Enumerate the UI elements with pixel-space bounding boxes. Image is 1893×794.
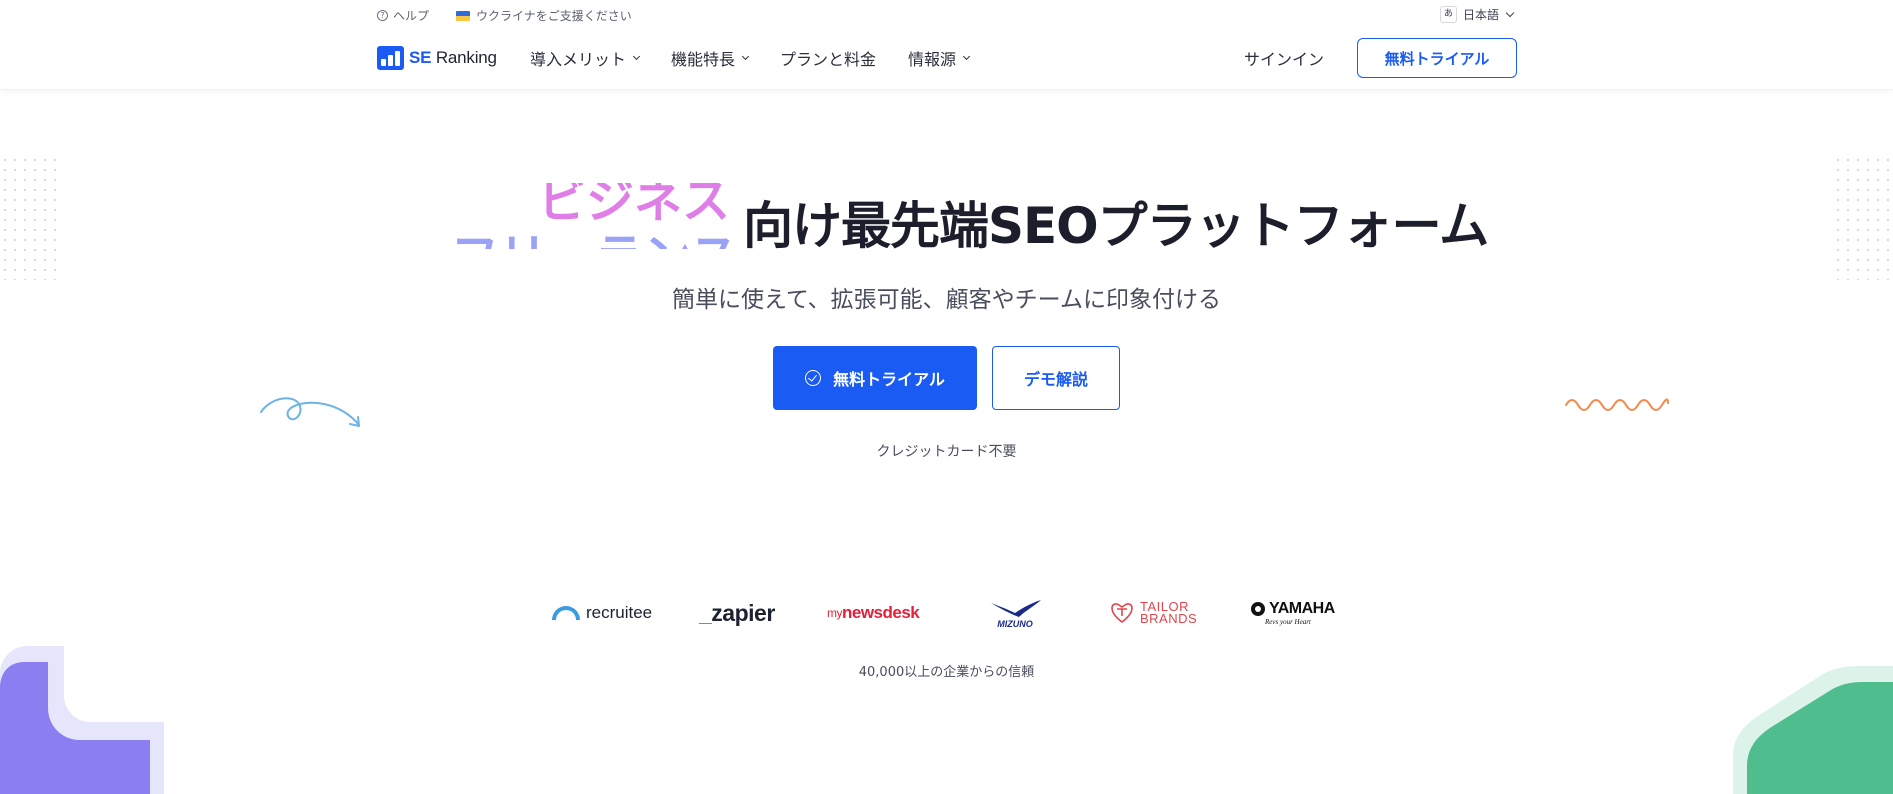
- squiggle-decoration: [1565, 398, 1669, 411]
- demo-button[interactable]: デモ解説: [992, 346, 1120, 410]
- rotating-words: ビジネス フリーランス: [440, 183, 740, 249]
- logo-text: SE Ranking: [409, 48, 497, 67]
- se-ranking-logo[interactable]: SE Ranking: [377, 46, 497, 70]
- recruitee-logo-icon: [552, 606, 580, 620]
- check-circle-icon: [805, 370, 822, 386]
- support-ukraine-link[interactable]: ウクライナをご支援ください: [456, 7, 632, 24]
- mynewsdesk-logo-text: newsdesk: [842, 603, 920, 622]
- bar-chart-logo-icon: [377, 46, 404, 70]
- chevron-down-icon: [1505, 8, 1515, 17]
- mynewsdesk-logo-my: my: [827, 606, 843, 620]
- landing-page: ? ヘルプ ウクライナをご支援ください あ 日本語 SE Ranking 導入メ…: [0, 0, 1893, 794]
- zapier-logo-text: zapier: [711, 599, 775, 626]
- language-icon: あ: [1440, 6, 1457, 23]
- no-credit-card-note: クレジットカード不要: [876, 444, 1017, 460]
- yamaha-logo-text: YAMAHA: [1269, 600, 1335, 617]
- nav-pricing[interactable]: プランと料金: [780, 46, 876, 70]
- nav-benefits-label: 導入メリット: [530, 50, 627, 69]
- nav-pricing-label: プランと料金: [780, 50, 877, 69]
- hero-subtitle: 簡単に使えて、拡張可能、顧客やチームに印象付ける: [671, 287, 1221, 313]
- yamaha-tagline: Revs your Heart: [1265, 618, 1311, 626]
- support-ukraine-label: ウクライナをご支援ください: [476, 9, 632, 23]
- tailor-logo-line2: BRANDS: [1140, 611, 1198, 626]
- rotating-word-freelance: フリーランス: [451, 217, 738, 249]
- main-nav: 導入メリット 機能特長 プランと料金 情報源: [530, 46, 971, 70]
- trusted-by-note: 40,000以上の企業からの信頼: [858, 665, 1035, 680]
- chevron-down-icon: [963, 52, 971, 61]
- tailor-brands-logo: TAILOR BRANDS: [1110, 593, 1197, 633]
- language-label: 日本語: [1463, 8, 1500, 22]
- mynewsdesk-logo: my newsdesk: [827, 593, 920, 633]
- mizuno-runbird-icon: MIZUNO: [991, 600, 1041, 629]
- yamaha-logo: YAMAHA Revs your Heart: [1251, 593, 1335, 633]
- hero-free-trial-button[interactable]: 無料トライアル: [773, 346, 977, 410]
- ukraine-flag-icon: [456, 10, 470, 21]
- yamaha-tuning-fork-icon: [1251, 602, 1265, 616]
- chevron-down-icon: [741, 52, 750, 61]
- dot-grid-decoration: [0, 155, 60, 280]
- purple-corner-shape: [0, 646, 164, 794]
- mizuno-logo: MIZUNO: [987, 593, 1043, 633]
- main-header: SE Ranking 導入メリット 機能特長 プランと料金 情報源 サインイン …: [0, 30, 1893, 90]
- green-corner-shape: [1733, 666, 1893, 794]
- nav-resources[interactable]: 情報源: [908, 46, 971, 70]
- help-label: ヘルプ: [393, 9, 430, 23]
- zapier-logo: _ zapier: [699, 593, 775, 633]
- customer-logos: recruitee _ zapier my newsdesk MIZUNO TAIL…: [0, 593, 1893, 633]
- mizuno-logo-text: MIZUNO: [997, 619, 1033, 629]
- yamaha-logo-top: YAMAHA: [1251, 600, 1335, 618]
- nav-features-label: 機能特長: [671, 50, 736, 69]
- recruitee-logo: recruitee: [552, 593, 652, 633]
- recruitee-logo-text: recruitee: [586, 603, 653, 622]
- tailor-brands-logo-icon: [1111, 603, 1133, 624]
- help-link[interactable]: ? ヘルプ: [377, 7, 429, 24]
- nav-resources-label: 情報源: [908, 50, 957, 69]
- question-circle-icon: ?: [377, 10, 388, 21]
- nav-benefits[interactable]: 導入メリット: [530, 46, 641, 70]
- language-selector[interactable]: あ 日本語: [1440, 6, 1515, 23]
- dot-grid-decoration: [1833, 155, 1893, 280]
- chevron-down-icon: [632, 52, 641, 61]
- curly-arrow-decoration: [260, 397, 360, 427]
- utility-bar: ? ヘルプ ウクライナをご支援ください あ 日本語: [0, 0, 1893, 30]
- header-free-trial-button[interactable]: 無料トライアル: [1357, 38, 1517, 78]
- zapier-logo-dash: _: [699, 599, 712, 626]
- signin-link[interactable]: サインイン: [1244, 46, 1324, 70]
- hero-headline: 向け最先端SEOプラットフォーム: [743, 197, 1489, 255]
- tailor-brands-logo-text: TAILOR BRANDS: [1140, 600, 1198, 626]
- hero-free-trial-label: 無料トライアル: [833, 370, 945, 389]
- nav-features[interactable]: 機能特長: [671, 46, 750, 70]
